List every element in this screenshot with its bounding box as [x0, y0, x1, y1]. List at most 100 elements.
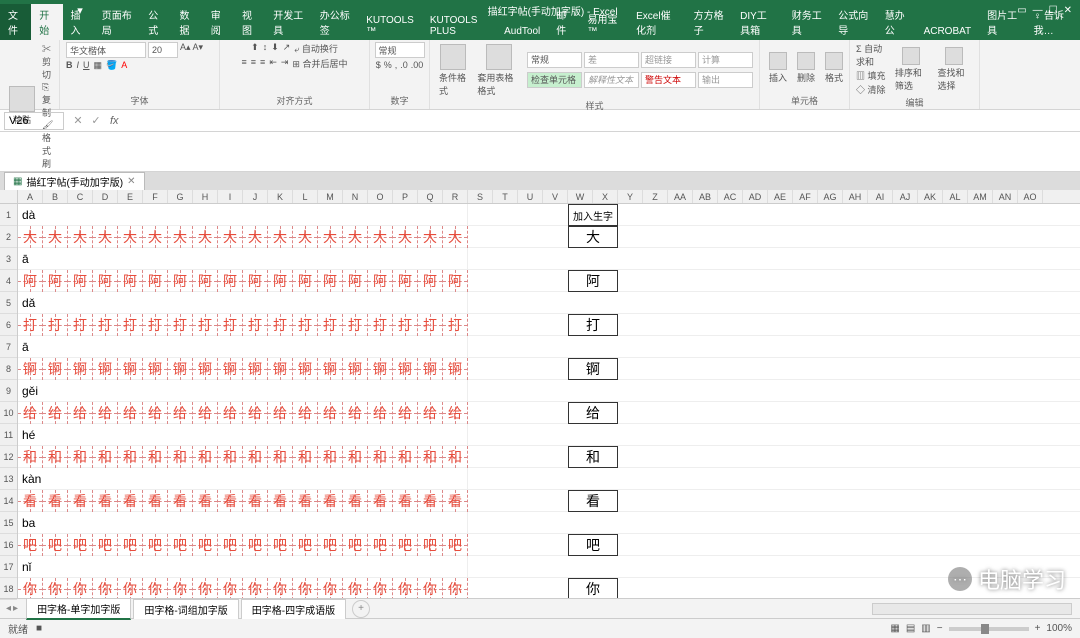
practice-cell[interactable]: 给 [18, 402, 43, 424]
practice-cell[interactable]: 你 [318, 578, 343, 598]
workbook-tab[interactable]: ▦ 描红字帖(手动加字版) ✕ [4, 172, 145, 190]
practice-cell[interactable]: 给 [218, 402, 243, 424]
col-header[interactable]: H [193, 190, 218, 203]
fill-button[interactable]: ▥ 填充 [856, 69, 888, 82]
practice-cell[interactable]: 打 [393, 314, 418, 336]
tab-home[interactable]: 开始 [31, 4, 62, 40]
practice-row[interactable]: 你你你你你你你你你你你你你你你你你你你 [18, 578, 1080, 598]
practice-cell[interactable]: 打 [218, 314, 243, 336]
col-header[interactable]: AA [668, 190, 693, 203]
sheet-tab-2[interactable]: 田字格-词组加字版 [133, 599, 238, 619]
practice-cell[interactable]: 大 [393, 226, 418, 248]
practice-cell[interactable]: 锕 [418, 358, 443, 380]
row-header[interactable]: 17 [0, 556, 17, 578]
style-calc[interactable]: 计算 [698, 52, 753, 68]
tab-huiban[interactable]: 慧办公 [877, 4, 916, 40]
tab-developer[interactable]: 开发工具 [265, 4, 311, 40]
practice-cell[interactable]: 看 [318, 490, 343, 512]
practice-cell[interactable]: 和 [143, 446, 168, 468]
practice-cell[interactable]: 吧 [193, 534, 218, 556]
practice-cell[interactable]: 吧 [68, 534, 93, 556]
sheet-nav-last-icon[interactable]: ▸ [13, 603, 18, 614]
practice-cell[interactable]: 吧 [18, 534, 43, 556]
practice-cell[interactable]: 打 [168, 314, 193, 336]
col-header[interactable]: X [593, 190, 618, 203]
practice-cell[interactable]: 看 [68, 490, 93, 512]
practice-cell[interactable]: 和 [18, 446, 43, 468]
col-header[interactable]: AD [743, 190, 768, 203]
practice-cell[interactable]: 大 [143, 226, 168, 248]
practice-cell[interactable]: 你 [143, 578, 168, 598]
decrease-font-icon[interactable]: A▾ [193, 42, 204, 58]
pinyin-cell[interactable]: hé [18, 424, 468, 445]
practice-cell[interactable]: 你 [243, 578, 268, 598]
col-header[interactable]: I [218, 190, 243, 203]
row-header[interactable]: 8 [0, 358, 17, 380]
col-header[interactable]: A [18, 190, 43, 203]
source-char-cell[interactable]: 打 [568, 314, 618, 336]
practice-cell[interactable]: 大 [43, 226, 68, 248]
col-header[interactable]: J [243, 190, 268, 203]
practice-header-cell[interactable]: 加入生字 [568, 204, 618, 226]
align-bottom-icon[interactable]: ⬇ [271, 42, 279, 55]
practice-cell[interactable]: 给 [93, 402, 118, 424]
autosum-button[interactable]: Σ 自动求和 [856, 42, 888, 68]
practice-cell[interactable]: 你 [118, 578, 143, 598]
practice-cell[interactable]: 打 [43, 314, 68, 336]
row-header[interactable]: 7 [0, 336, 17, 358]
practice-cell[interactable]: 大 [268, 226, 293, 248]
row-header[interactable]: 15 [0, 512, 17, 534]
practice-cell[interactable]: 和 [193, 446, 218, 468]
pinyin-cell[interactable]: ā [18, 248, 468, 269]
practice-cell[interactable]: 给 [193, 402, 218, 424]
col-header[interactable]: K [268, 190, 293, 203]
tab-ffgz[interactable]: 方方格子 [686, 4, 732, 40]
col-header[interactable]: AK [918, 190, 943, 203]
name-box[interactable]: V26 [4, 112, 64, 130]
practice-cell[interactable]: 锕 [168, 358, 193, 380]
new-sheet-button[interactable]: + [352, 600, 370, 618]
tell-me[interactable]: ♀ 告诉我… [1026, 4, 1080, 40]
practice-cell[interactable]: 锕 [143, 358, 168, 380]
col-header[interactable]: AM [968, 190, 993, 203]
col-header[interactable]: N [343, 190, 368, 203]
practice-cell[interactable]: 给 [243, 402, 268, 424]
practice-cell[interactable]: 锕 [243, 358, 268, 380]
style-neutral[interactable]: 解释性文本 [584, 72, 639, 88]
pinyin-row[interactable]: dǎ [18, 292, 1080, 314]
practice-cell[interactable]: 吧 [43, 534, 68, 556]
col-header[interactable]: AE [768, 190, 793, 203]
tab-picture[interactable]: 图片工具 [979, 4, 1025, 40]
practice-cell[interactable]: 阿 [18, 270, 43, 292]
col-header[interactable]: Y [618, 190, 643, 203]
practice-cell[interactable]: 你 [218, 578, 243, 598]
practice-cell[interactable]: 和 [343, 446, 368, 468]
practice-cell[interactable]: 大 [418, 226, 443, 248]
fill-color-button[interactable]: 🪣 [106, 60, 117, 71]
practice-cell[interactable]: 吧 [393, 534, 418, 556]
col-header[interactable]: AO [1018, 190, 1043, 203]
practice-cell[interactable]: 阿 [168, 270, 193, 292]
practice-cell[interactable]: 你 [193, 578, 218, 598]
practice-cell[interactable]: 吧 [268, 534, 293, 556]
practice-cell[interactable]: 吧 [143, 534, 168, 556]
style-link[interactable]: 超链接 [641, 52, 696, 68]
practice-cell[interactable]: 给 [293, 402, 318, 424]
practice-cell[interactable]: 大 [243, 226, 268, 248]
currency-icon[interactable]: $ [376, 60, 381, 70]
practice-cell[interactable]: 和 [268, 446, 293, 468]
practice-cell[interactable]: 你 [168, 578, 193, 598]
practice-cell[interactable]: 吧 [243, 534, 268, 556]
col-header[interactable]: E [118, 190, 143, 203]
practice-cell[interactable]: 和 [293, 446, 318, 468]
col-header[interactable]: AB [693, 190, 718, 203]
align-left-icon[interactable]: ≡ [242, 57, 247, 70]
tab-ezuse[interactable]: 易用宝 ™ [580, 8, 629, 40]
practice-cell[interactable]: 你 [68, 578, 93, 598]
practice-cell[interactable]: 看 [268, 490, 293, 512]
pinyin-row[interactable]: kàn [18, 468, 1080, 490]
align-middle-icon[interactable]: ↕ [263, 42, 268, 55]
practice-cell[interactable]: 看 [168, 490, 193, 512]
practice-cell[interactable]: 你 [18, 578, 43, 598]
col-header[interactable]: AF [793, 190, 818, 203]
